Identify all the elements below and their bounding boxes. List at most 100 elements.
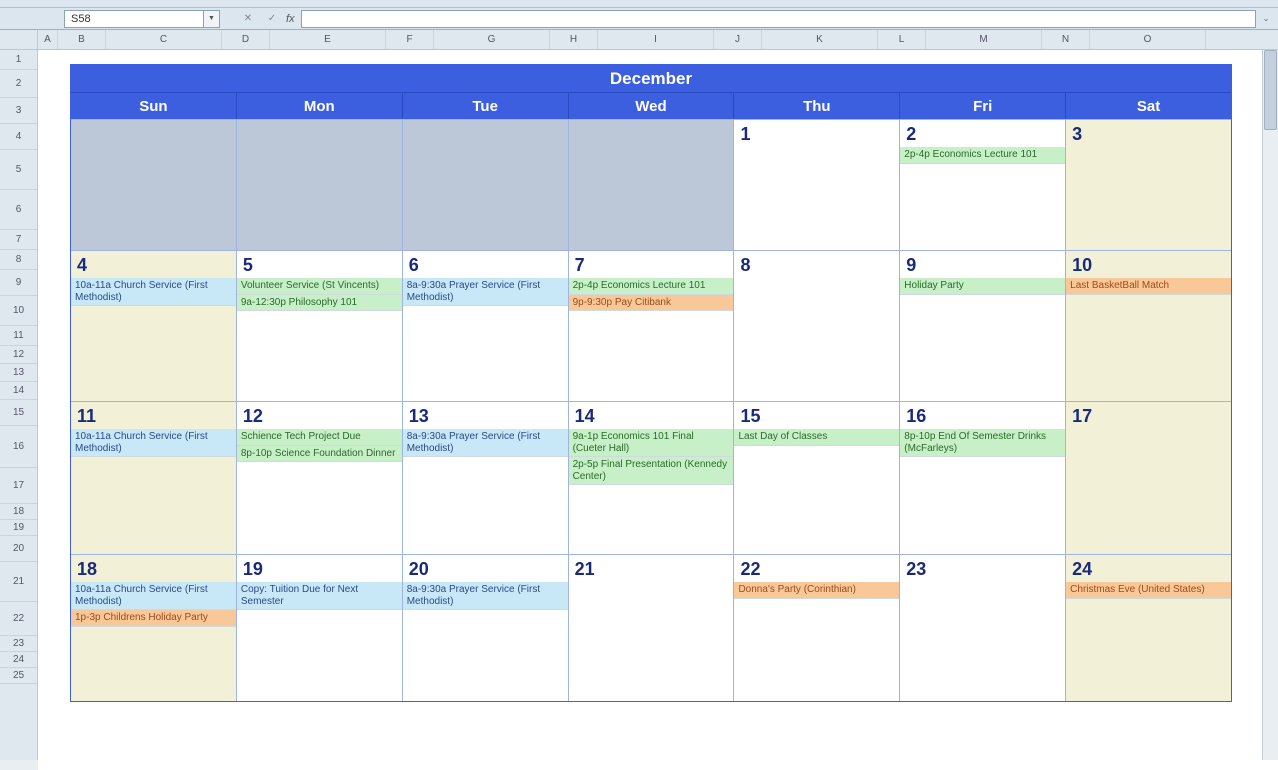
calendar-event[interactable]: 2p-5p Final Presentation (Kennedy Center… [569, 457, 734, 485]
column-header[interactable]: C [106, 30, 222, 49]
row-header[interactable]: 23 [0, 636, 37, 652]
day-cell[interactable]: 5Volunteer Service (St Vincents)9a-12:30… [237, 251, 403, 401]
calendar-event[interactable]: Donna's Party (Corinthian) [734, 582, 899, 599]
vertical-scrollbar[interactable] [1262, 50, 1278, 760]
column-header[interactable]: N [1042, 30, 1090, 49]
cells-area[interactable]: December SunMonTueWedThuFriSat 122p-4p E… [38, 50, 1278, 770]
column-header[interactable]: E [270, 30, 386, 49]
row-header[interactable]: 6 [0, 190, 37, 230]
row-header[interactable]: 25 [0, 668, 37, 684]
row-header[interactable]: 7 [0, 230, 37, 250]
column-header[interactable]: K [762, 30, 878, 49]
day-cell[interactable]: 17 [1066, 402, 1231, 554]
calendar-event[interactable]: 9p-9:30p Pay Citibank [569, 295, 734, 312]
name-box-dropdown[interactable]: ▼ [204, 10, 220, 28]
row-header[interactable]: 5 [0, 150, 37, 190]
calendar-event[interactable]: 8a-9:30a Prayer Service (First Methodist… [403, 582, 568, 610]
column-header[interactable]: J [714, 30, 762, 49]
select-all-corner[interactable] [0, 30, 37, 50]
row-header[interactable]: 14 [0, 382, 37, 400]
row-header[interactable]: 9 [0, 270, 37, 296]
column-header[interactable]: F [386, 30, 434, 49]
day-cell[interactable]: 21 [569, 555, 735, 701]
column-header[interactable]: A [38, 30, 58, 49]
row-header[interactable]: 1 [0, 50, 37, 70]
column-header[interactable]: B [58, 30, 106, 49]
calendar-event[interactable]: 9a-1p Economics 101 Final (Cueter Hall) [569, 429, 734, 457]
row-header[interactable]: 20 [0, 536, 37, 562]
row-header[interactable]: 13 [0, 364, 37, 382]
day-cell[interactable]: 1110a-11a Church Service (First Methodis… [71, 402, 237, 554]
day-cell[interactable]: 24Christmas Eve (United States) [1066, 555, 1231, 701]
calendar-event[interactable]: 8p-10p Science Foundation Dinner [237, 446, 402, 463]
day-cell[interactable]: 168p-10p End Of Semester Drinks (McFarle… [900, 402, 1066, 554]
calendar-event[interactable]: 1p-3p Childrens Holiday Party [71, 610, 236, 627]
day-cell[interactable]: 1810a-11a Church Service (First Methodis… [71, 555, 237, 701]
row-header[interactable]: 8 [0, 250, 37, 270]
calendar-event[interactable]: 2p-4p Economics Lecture 101 [900, 147, 1065, 164]
name-box[interactable]: S58 [64, 10, 204, 28]
row-header[interactable]: 4 [0, 124, 37, 150]
row-header[interactable]: 12 [0, 346, 37, 364]
row-header[interactable]: 17 [0, 468, 37, 504]
calendar-event[interactable]: Last BasketBall Match [1066, 278, 1231, 295]
day-cell[interactable]: 72p-4p Economics Lecture 1019p-9:30p Pay… [569, 251, 735, 401]
day-cell[interactable]: 208a-9:30a Prayer Service (First Methodi… [403, 555, 569, 701]
calendar-event[interactable]: 10a-11a Church Service (First Methodist) [71, 429, 236, 457]
formula-expand-icon[interactable]: ⌄ [1258, 10, 1274, 28]
accept-icon[interactable]: ✓ [264, 11, 280, 27]
calendar-event[interactable]: 10a-11a Church Service (First Methodist) [71, 582, 236, 610]
calendar-event[interactable]: Holiday Party [900, 278, 1065, 295]
row-header[interactable]: 3 [0, 98, 37, 124]
day-cell[interactable]: 3 [1066, 120, 1231, 250]
day-cell[interactable]: 12Schience Tech Project Due8p-10p Scienc… [237, 402, 403, 554]
calendar-event[interactable]: 8a-9:30a Prayer Service (First Methodist… [403, 278, 568, 306]
day-cell[interactable] [569, 120, 735, 250]
cancel-icon[interactable]: ✕ [240, 11, 256, 27]
column-header[interactable]: D [222, 30, 270, 49]
column-header[interactable]: I [598, 30, 714, 49]
row-header[interactable]: 10 [0, 296, 37, 326]
day-cell[interactable]: 138a-9:30a Prayer Service (First Methodi… [403, 402, 569, 554]
day-cell[interactable]: 149a-1p Economics 101 Final (Cueter Hall… [569, 402, 735, 554]
row-header[interactable]: 21 [0, 562, 37, 602]
day-cell[interactable]: 10Last BasketBall Match [1066, 251, 1231, 401]
row-header[interactable]: 15 [0, 400, 37, 426]
calendar-event[interactable]: 10a-11a Church Service (First Methodist) [71, 278, 236, 306]
day-cell[interactable]: 68a-9:30a Prayer Service (First Methodis… [403, 251, 569, 401]
row-header[interactable]: 22 [0, 602, 37, 636]
day-cell[interactable]: 1 [734, 120, 900, 250]
calendar-event[interactable]: Last Day of Classes [734, 429, 899, 446]
day-cell[interactable]: 23 [900, 555, 1066, 701]
day-cell[interactable]: 22p-4p Economics Lecture 101 [900, 120, 1066, 250]
calendar-event[interactable]: Schience Tech Project Due [237, 429, 402, 446]
day-cell[interactable]: 22Donna's Party (Corinthian) [734, 555, 900, 701]
calendar-event[interactable]: 2p-4p Economics Lecture 101 [569, 278, 734, 295]
calendar-event[interactable]: Christmas Eve (United States) [1066, 582, 1231, 599]
formula-bar[interactable] [301, 10, 1256, 28]
calendar-event[interactable]: 8a-9:30a Prayer Service (First Methodist… [403, 429, 568, 457]
scroll-thumb[interactable] [1264, 50, 1277, 130]
column-header[interactable]: M [926, 30, 1042, 49]
day-cell[interactable]: 9Holiday Party [900, 251, 1066, 401]
day-cell[interactable] [237, 120, 403, 250]
day-cell[interactable]: 410a-11a Church Service (First Methodist… [71, 251, 237, 401]
calendar-event[interactable]: Volunteer Service (St Vincents) [237, 278, 402, 295]
day-cell[interactable] [71, 120, 237, 250]
row-header[interactable]: 2 [0, 70, 37, 98]
row-header[interactable]: 11 [0, 326, 37, 346]
calendar-event[interactable]: Copy: Tuition Due for Next Semester [237, 582, 402, 610]
row-header[interactable]: 18 [0, 504, 37, 520]
calendar-event[interactable]: 8p-10p End Of Semester Drinks (McFarleys… [900, 429, 1065, 457]
day-cell[interactable]: 8 [734, 251, 900, 401]
row-header[interactable]: 19 [0, 520, 37, 536]
column-header[interactable]: H [550, 30, 598, 49]
day-cell[interactable] [403, 120, 569, 250]
day-cell[interactable]: 19Copy: Tuition Due for Next Semester [237, 555, 403, 701]
row-header[interactable]: 24 [0, 652, 37, 668]
column-header[interactable]: L [878, 30, 926, 49]
calendar-event[interactable]: 9a-12:30p Philosophy 101 [237, 295, 402, 312]
column-header[interactable]: G [434, 30, 550, 49]
row-header[interactable]: 16 [0, 426, 37, 468]
column-header[interactable]: O [1090, 30, 1206, 49]
